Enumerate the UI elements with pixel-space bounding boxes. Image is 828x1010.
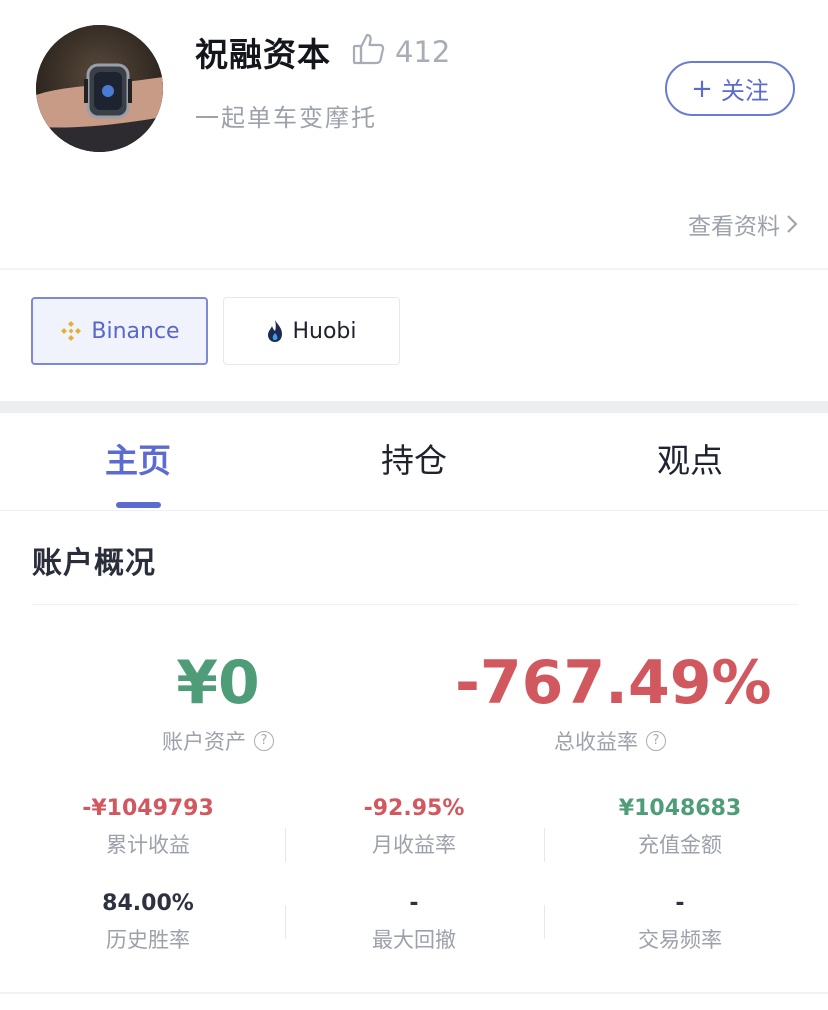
divider xyxy=(0,268,828,270)
view-profile-link[interactable]: 查看资料 xyxy=(688,207,798,241)
column-divider xyxy=(285,905,286,939)
account-assets-label: 账户资产 xyxy=(162,730,246,754)
huobi-logo-icon xyxy=(268,320,283,342)
divider xyxy=(32,604,798,605)
column-divider xyxy=(285,828,286,862)
help-icon[interactable]: ? xyxy=(646,731,666,751)
stat-value: ¥1048683 xyxy=(618,796,742,821)
column-divider xyxy=(544,905,545,939)
profile-motto: 一起单车变摩托 xyxy=(195,104,377,132)
divider xyxy=(0,992,828,994)
stat-value: -¥1049793 xyxy=(82,796,214,821)
stat-label: 历史胜率 xyxy=(106,928,190,952)
total-return-value: -767.49% xyxy=(455,648,772,718)
stat-max-drawdown: - 最大回撤 xyxy=(294,891,534,954)
tab-holdings[interactable]: 持仓 xyxy=(352,434,476,482)
stat-trade-frequency: - 交易频率 xyxy=(560,891,800,954)
stat-label: 月收益率 xyxy=(372,833,456,857)
like-count: 412 xyxy=(395,35,451,69)
tab-views[interactable]: 观点 xyxy=(628,434,752,482)
active-tab-indicator xyxy=(116,502,161,508)
exchange-label: Binance xyxy=(91,318,180,344)
section-title: 账户概况 xyxy=(32,546,156,581)
binance-logo-icon xyxy=(61,321,82,341)
stat-value: -92.95% xyxy=(363,796,465,821)
stat-value: - xyxy=(409,891,419,916)
stat-value: 84.00% xyxy=(102,891,194,916)
help-icon[interactable]: ? xyxy=(254,731,274,751)
column-divider xyxy=(544,828,545,862)
exchange-tab-huobi[interactable]: Huobi xyxy=(223,297,400,365)
exchange-tab-binance[interactable]: Binance xyxy=(31,297,208,365)
chevron-right-icon xyxy=(787,215,798,233)
exchange-label: Huobi xyxy=(292,318,357,344)
stat-monthly-return: -92.95% 月收益率 xyxy=(294,796,534,859)
account-assets-value: ¥0 xyxy=(176,648,260,718)
view-profile-label: 查看资料 xyxy=(688,214,780,240)
plus-icon: + xyxy=(691,73,713,104)
stat-win-rate: 84.00% 历史胜率 xyxy=(28,891,268,954)
section-separator xyxy=(0,401,828,413)
avatar[interactable] xyxy=(36,25,163,152)
follow-button-label: 关注 xyxy=(720,77,769,105)
thumbs-up-icon[interactable] xyxy=(351,31,387,67)
stat-cumulative-profit: -¥1049793 累计收益 xyxy=(28,796,268,859)
profile-name: 祝融资本 xyxy=(195,35,331,74)
stat-label: 交易频率 xyxy=(638,928,722,952)
total-return-label-row: 总收益率 ? xyxy=(455,726,765,756)
divider xyxy=(0,510,828,511)
stat-deposit-amount: ¥1048683 充值金额 xyxy=(560,796,800,859)
tab-home[interactable]: 主页 xyxy=(76,434,200,482)
account-assets-label-row: 账户资产 ? xyxy=(68,726,368,756)
stat-label: 充值金额 xyxy=(638,833,722,857)
stat-value: - xyxy=(675,891,685,916)
stat-label: 最大回撤 xyxy=(372,928,456,952)
total-return-label: 总收益率 xyxy=(554,730,638,754)
follow-button[interactable]: + 关注 xyxy=(665,61,795,116)
stat-label: 累计收益 xyxy=(106,833,190,857)
